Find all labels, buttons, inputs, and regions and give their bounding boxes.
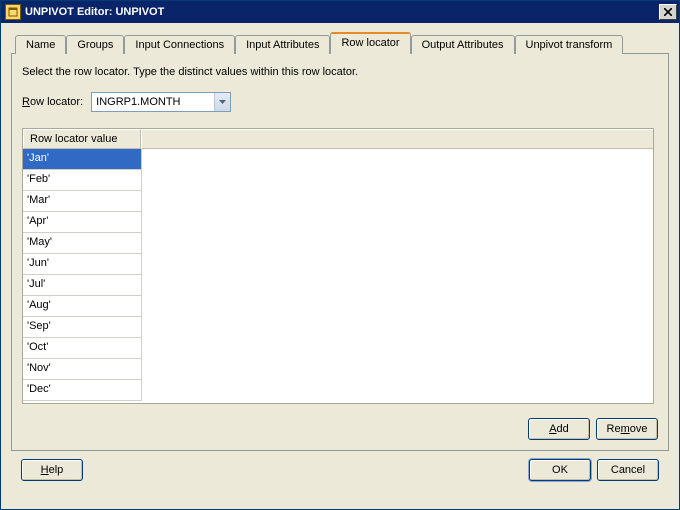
table-row[interactable]: 'Apr' (23, 212, 653, 233)
row-locator-label: Row locator: (22, 96, 83, 108)
help-button[interactable]: Help (21, 459, 83, 481)
remove-button[interactable]: Remove (596, 418, 658, 440)
tab-unpivot-transform[interactable]: Unpivot transform (515, 35, 624, 54)
tab-strip: Name Groups Input Connections Input Attr… (11, 31, 669, 53)
row-locator-value-cell[interactable]: 'Nov' (23, 359, 142, 380)
app-icon (5, 4, 21, 20)
tab-panel: Select the row locator. Type the distinc… (11, 53, 669, 451)
row-locator-value-cell[interactable]: 'Feb' (23, 170, 142, 191)
row-locator-value: INGRP1.MONTH (92, 96, 214, 108)
title-bar: UNPIVOT Editor: UNPIVOT (1, 1, 679, 23)
row-locator-value-cell[interactable]: 'Jul' (23, 275, 142, 296)
tab-input-connections[interactable]: Input Connections (124, 35, 235, 54)
row-locator-value-cell[interactable]: 'Jun' (23, 254, 142, 275)
tab-name[interactable]: Name (15, 35, 66, 54)
table-row[interactable]: 'Jun' (23, 254, 653, 275)
table-row[interactable]: 'Jul' (23, 275, 653, 296)
grid-header: Row locator value (23, 129, 653, 149)
row-locator-value-cell[interactable]: 'Oct' (23, 338, 142, 359)
row-locator-value-cell[interactable]: 'Apr' (23, 212, 142, 233)
row-locator-combo[interactable]: INGRP1.MONTH (91, 92, 231, 112)
grid-body: 'Jan''Feb''Mar''Apr''May''Jun''Jul''Aug'… (23, 149, 653, 401)
tab-input-attributes[interactable]: Input Attributes (235, 35, 330, 54)
row-locator-value-cell[interactable]: 'Mar' (23, 191, 142, 212)
tab-groups[interactable]: Groups (66, 35, 124, 54)
row-locator-value-cell[interactable]: 'Sep' (23, 317, 142, 338)
column-header-value[interactable]: Row locator value (23, 129, 141, 149)
row-locator-grid: Row locator value 'Jan''Feb''Mar''Apr''M… (22, 128, 654, 404)
table-row[interactable]: 'Mar' (23, 191, 653, 212)
close-button[interactable] (659, 4, 677, 20)
chevron-down-icon[interactable] (214, 93, 230, 111)
tab-output-attributes[interactable]: Output Attributes (411, 35, 515, 54)
close-icon (664, 8, 672, 16)
instruction-text: Select the row locator. Type the distinc… (22, 66, 658, 78)
tab-row-locator[interactable]: Row locator (330, 32, 410, 54)
row-locator-value-cell[interactable]: 'Jan' (23, 149, 142, 170)
add-button[interactable]: Add (528, 418, 590, 440)
column-header-filler (141, 129, 653, 149)
row-locator-value-cell[interactable]: 'Aug' (23, 296, 142, 317)
table-row[interactable]: 'May' (23, 233, 653, 254)
row-locator-value-cell[interactable]: 'May' (23, 233, 142, 254)
row-locator-value-cell[interactable]: 'Dec' (23, 380, 142, 401)
table-row[interactable]: 'Nov' (23, 359, 653, 380)
table-row[interactable]: 'Jan' (23, 149, 653, 170)
table-row[interactable]: 'Aug' (23, 296, 653, 317)
cancel-button[interactable]: Cancel (597, 459, 659, 481)
table-row[interactable]: 'Feb' (23, 170, 653, 191)
table-row[interactable]: 'Oct' (23, 338, 653, 359)
ok-button[interactable]: OK (529, 459, 591, 481)
window-title: UNPIVOT Editor: UNPIVOT (25, 6, 659, 18)
table-row[interactable]: 'Dec' (23, 380, 653, 401)
table-row[interactable]: 'Sep' (23, 317, 653, 338)
